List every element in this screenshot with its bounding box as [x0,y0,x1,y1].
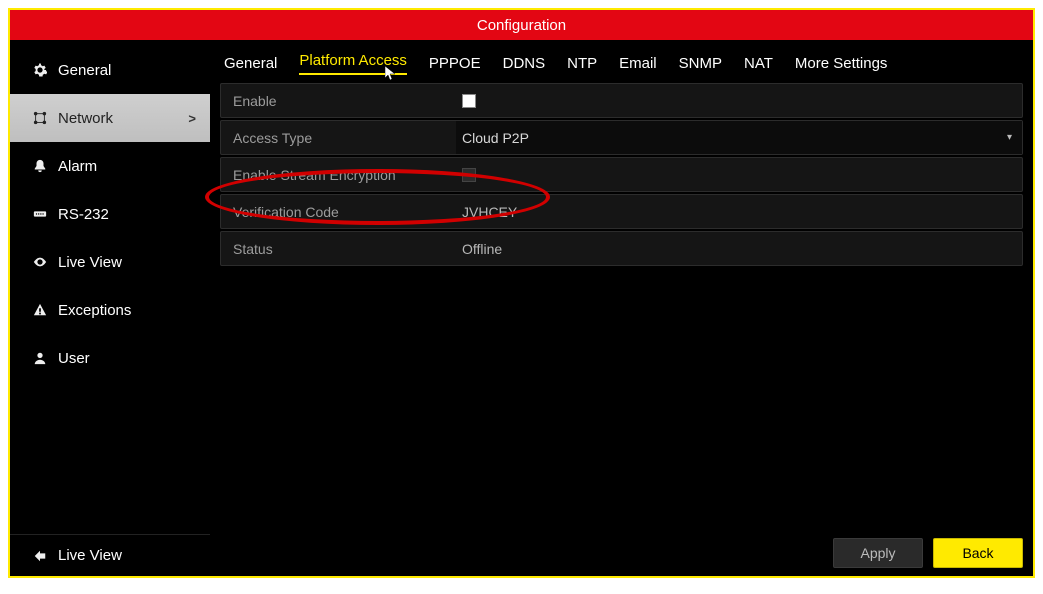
tab-pppoe[interactable]: PPPOE [429,55,481,72]
row-verification-code: Verification Code JVHCEY [220,194,1023,229]
back-arrow-icon [32,548,48,564]
row-enable: Enable [220,83,1023,118]
sidebar-item-label: RS-232 [58,206,109,223]
form-area: Enable Access Type Cloud P2P ▾ [210,83,1033,268]
sidebar-item-label: General [58,62,111,79]
warning-icon [32,302,48,318]
chevron-down-icon: ▾ [1007,132,1012,143]
eye-icon [32,254,48,270]
window: Configuration General Network Alarm [8,8,1035,578]
verification-code-value: JVHCEY [462,204,517,220]
back-button[interactable]: Back [933,538,1023,568]
gear-icon [32,62,48,78]
window-title: Configuration [477,17,566,34]
stream-encryption-label: Enable Stream Encryption [221,167,456,183]
sidebar-item-general[interactable]: General [10,46,210,94]
status-label: Status [221,241,456,257]
sidebar-item-label: Network [58,110,113,127]
sidebar: General Network Alarm RS-232 [10,40,210,576]
user-icon [32,350,48,366]
row-status: Status Offline [220,231,1023,266]
serial-port-icon [32,206,48,222]
access-type-value: Cloud P2P [462,130,529,146]
sidebar-item-label: Live View [58,254,122,271]
sidebar-item-rs232[interactable]: RS-232 [10,190,210,238]
row-access-type: Access Type Cloud P2P ▾ [220,120,1023,155]
tab-general[interactable]: General [224,55,277,72]
apply-button[interactable]: Apply [833,538,923,568]
sidebar-item-label: Exceptions [58,302,131,319]
window-body: General Network Alarm RS-232 [10,40,1033,576]
main-panel: General Platform Access PPPOE DDNS NTP E… [210,40,1033,576]
bell-icon [32,158,48,174]
network-icon [32,110,48,126]
tab-email[interactable]: Email [619,55,657,72]
sidebar-footer-liveview[interactable]: Live View [10,534,210,576]
sidebar-item-exceptions[interactable]: Exceptions [10,286,210,334]
tab-bar: General Platform Access PPPOE DDNS NTP E… [210,40,1033,83]
access-type-label: Access Type [221,130,456,146]
sidebar-item-network[interactable]: Network [10,94,210,142]
sidebar-item-label: User [58,350,90,367]
stream-encryption-checkbox[interactable] [462,168,476,182]
row-stream-encryption: Enable Stream Encryption [220,157,1023,192]
sidebar-item-user[interactable]: User [10,334,210,382]
tab-nat[interactable]: NAT [744,55,773,72]
verification-code-label: Verification Code [221,204,456,220]
tab-ddns[interactable]: DDNS [503,55,546,72]
sidebar-footer-label: Live View [58,547,122,564]
footer-buttons: Apply Back [833,538,1023,568]
sidebar-spacer [10,382,210,534]
enable-label: Enable [221,93,456,109]
cursor-icon [385,66,397,82]
status-value: Offline [462,241,502,257]
tab-snmp[interactable]: SNMP [679,55,722,72]
enable-checkbox[interactable] [462,94,476,108]
tab-ntp[interactable]: NTP [567,55,597,72]
sidebar-item-liveview[interactable]: Live View [10,238,210,286]
sidebar-item-alarm[interactable]: Alarm [10,142,210,190]
window-titlebar: Configuration [10,10,1033,40]
access-type-select[interactable]: Cloud P2P ▾ [456,121,1022,154]
sidebar-item-label: Alarm [58,158,97,175]
tab-more-settings[interactable]: More Settings [795,55,888,72]
